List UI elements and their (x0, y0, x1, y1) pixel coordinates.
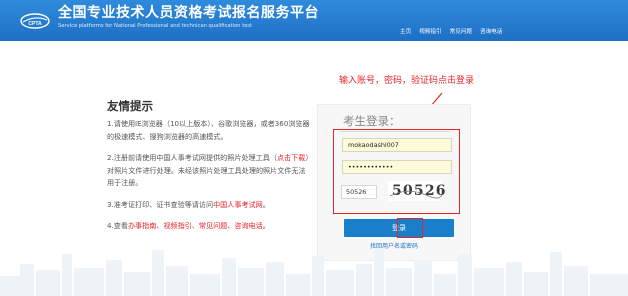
login-panel: 考生登录： mokaodashi007 •••••••••••• 50526 5… (317, 104, 471, 261)
login-title: 考生登录： (343, 114, 401, 128)
video-guide-link[interactable]: 视频指引 (163, 221, 191, 230)
login-button-highlight (397, 218, 423, 238)
nav-home[interactable]: 主页 (400, 27, 411, 35)
city-skyline-background (0, 248, 628, 296)
captcha-noise-icon (389, 190, 442, 199)
instruction-annotation: 输入账号，密码，验证码点击登录 (339, 76, 475, 86)
cpta-site-link[interactable]: 中国人事考试网 (213, 200, 263, 209)
cpta-logo-icon: CPTA (20, 13, 50, 29)
tip-photo-tool: 2.注册前请使用中国人事考试网提供的照片处理工具（点击下载）对照片文件进行处理。… (107, 153, 309, 187)
svg-text:CPTA: CPTA (28, 21, 42, 27)
top-nav: 主页 视频指引 常见问题 咨询电话 (400, 27, 502, 35)
guide-link[interactable]: 办事指南 (128, 221, 156, 230)
nav-hotline[interactable]: 咨询电话 (480, 27, 502, 35)
tip-help-links: 4.查看办事指南、视频指引、常见问题、咨询电话。 (107, 221, 270, 230)
download-link[interactable]: 点击下载 (277, 153, 305, 162)
tips-heading: 友情提示 (107, 99, 153, 113)
site-title: 全国专业技术人员资格考试报名服务平台 (58, 5, 319, 21)
tip-admit-card: 3.准考证打印、证书查验等请访问中国人事考试网。 (107, 200, 270, 209)
tip-browser: 1.请使用IE浏览器（10以上版本）、谷歌浏览器，或者360浏览器的极速模式、搜… (107, 119, 310, 141)
captcha-input[interactable]: 50526 (341, 185, 377, 199)
nav-video-guide[interactable]: 视频指引 (419, 27, 441, 35)
header-banner: CPTA 全国专业技术人员资格考试报名服务平台 Service platform… (0, 0, 628, 41)
captcha-image[interactable]: 50526 (388, 181, 446, 201)
faq-link[interactable]: 常见问题 (199, 221, 227, 230)
nav-faq[interactable]: 常见问题 (450, 27, 472, 35)
site-subtitle: Service platforms for National Professio… (58, 23, 253, 29)
hotline-link[interactable]: 咨询电话 (234, 221, 262, 230)
password-input[interactable]: •••••••••••• (342, 160, 452, 174)
username-input[interactable]: mokaodashi007 (342, 138, 452, 152)
